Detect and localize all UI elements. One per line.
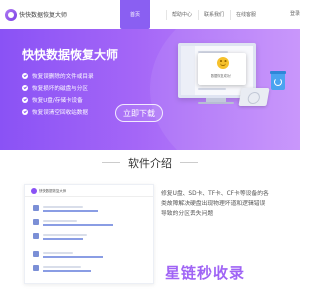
recycle-bin-icon (270, 70, 286, 90)
brand-name[interactable]: 快快数据恢复大师 (19, 10, 67, 19)
drive-icon (33, 251, 39, 257)
drive-label (43, 252, 73, 254)
drive-row (33, 217, 143, 228)
drive-label (43, 220, 77, 222)
login-link[interactable]: 登录 (290, 10, 300, 17)
drive-icon (33, 205, 39, 211)
drive-label (43, 206, 83, 208)
drive-label (43, 234, 87, 236)
drive-row (33, 249, 143, 260)
nav-online-service[interactable]: 在线客服 (232, 0, 260, 29)
monitor-base (198, 102, 234, 104)
drive-icon (33, 219, 39, 225)
top-header: 快快数据恢复大师 首页 帮助中心 联系我们 在线客服 登录 (0, 0, 300, 29)
nav-divider (230, 10, 231, 20)
drive-row (33, 263, 143, 274)
download-button[interactable]: 立即下载 (115, 104, 163, 122)
nav-contact-us[interactable]: 联系我们 (200, 0, 228, 29)
screenshot-app-title: 快快数据恢复大师 (39, 189, 67, 193)
drive-usage-bar (43, 224, 113, 226)
title-divider-right (180, 162, 198, 163)
drive-row (33, 203, 143, 214)
nav-home[interactable]: 首页 (120, 0, 150, 29)
drive-usage-bar (43, 270, 91, 272)
intro-description: 修复U盘、SD卡、TF卡、CF卡等设备的各类故障解决硬盘出现物理坏道和逻辑错误导… (161, 191, 269, 217)
monitor-sidebar (181, 46, 195, 95)
nav-divider (198, 10, 199, 20)
app-logo-icon (31, 188, 37, 194)
drive-icon (33, 265, 39, 271)
nav-help-center[interactable]: 帮助中心 (168, 0, 196, 29)
smile-icon (217, 57, 229, 69)
monitor-line (198, 88, 226, 90)
recycle-mark-icon (274, 78, 282, 86)
nav-divider (166, 10, 167, 20)
drive-usage-bar (43, 238, 83, 240)
hard-drive-icon (238, 88, 270, 106)
brand-logo-icon[interactable] (5, 9, 17, 21)
drive-label (43, 266, 81, 268)
watermark-text: 星链秒收录 (165, 264, 246, 282)
hero-banner: 快快数据恢复大师 恢复误删除的文件或目录 恢复损坏的磁盘与分区 恢复U盘/存储卡… (0, 29, 300, 150)
dialog-text: 数据恢复成功！ (210, 74, 234, 78)
section-title: 软件介绍 (128, 157, 172, 170)
drive-usage-bar (43, 256, 103, 258)
drive-row (33, 231, 143, 242)
drive-usage-bar (43, 210, 98, 212)
software-screenshot: 快快数据恢复大师 (24, 184, 154, 284)
hero-illustration: 数据恢复成功！ (0, 29, 300, 150)
screenshot-titlebar: 快快数据恢复大师 (25, 185, 153, 197)
drive-icon (33, 233, 39, 239)
